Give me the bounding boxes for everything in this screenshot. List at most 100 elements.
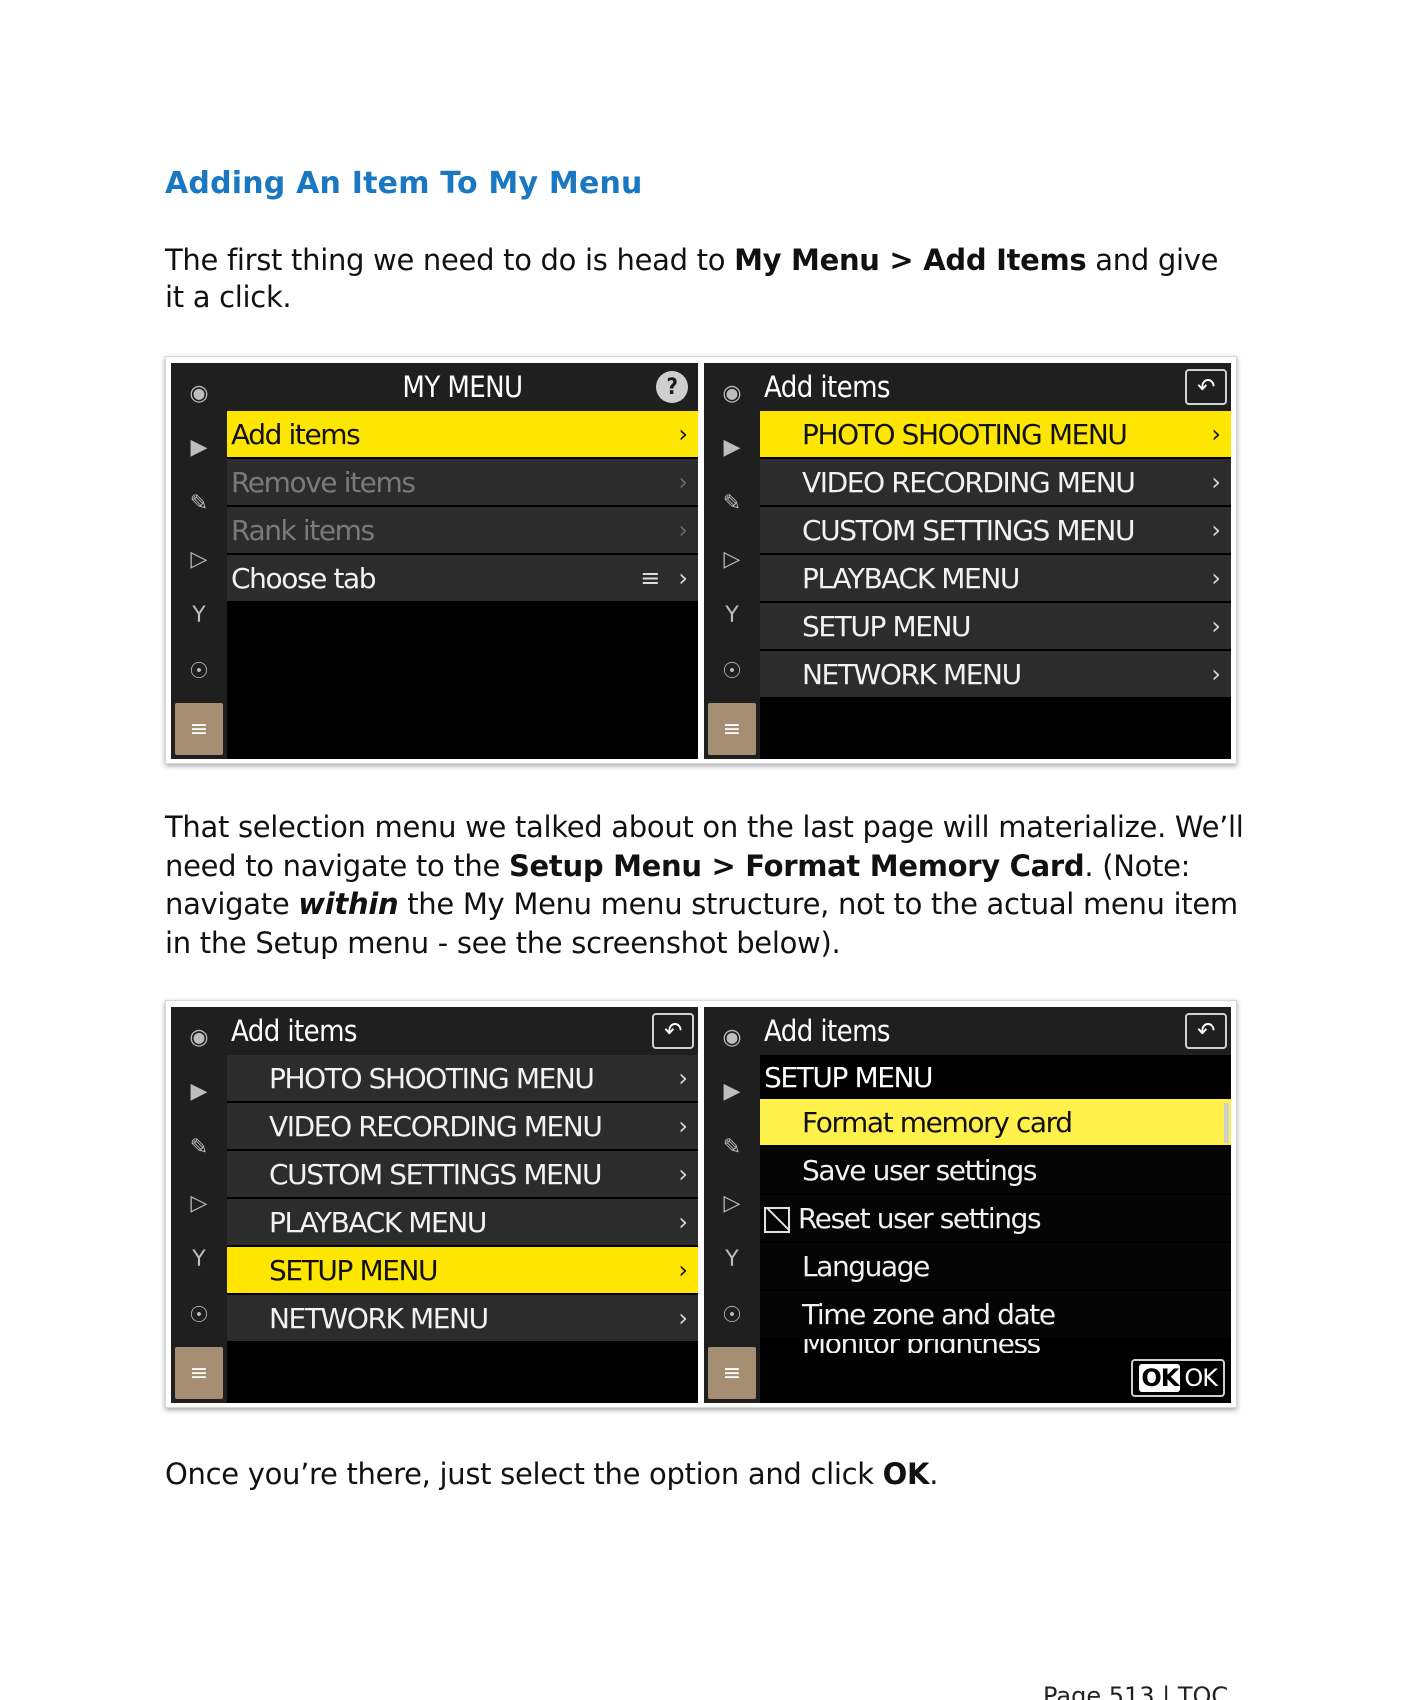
back-icon[interactable]: ↶ bbox=[1185, 369, 1227, 405]
screenshot-pair-2: ◉ ▶ ✎ ▷ Υ ☉ ≡ Add items ↶ PHOTO SHOOTING… bbox=[165, 1000, 1237, 1408]
pencil-icon[interactable]: ✎ bbox=[704, 483, 760, 523]
menu-item-label-wrap: Reset user settings bbox=[764, 1201, 1042, 1235]
chevron-right-icon: › bbox=[1211, 516, 1221, 544]
row-tools: ≡ › bbox=[640, 564, 688, 592]
menu-title: Add items bbox=[231, 1014, 358, 1048]
chevron-right-icon: › bbox=[678, 1160, 688, 1188]
chevron-right-icon: › bbox=[678, 468, 688, 496]
menu-titlebar: Add items ↶ bbox=[227, 1007, 698, 1055]
chevron-right-icon: › bbox=[678, 1112, 688, 1140]
menu-item-add-items[interactable]: Add items › bbox=[227, 411, 698, 457]
scrollbar[interactable] bbox=[1224, 1103, 1229, 1143]
camera-icon[interactable]: ◉ bbox=[171, 1017, 227, 1057]
menu-item-reset-user-settings[interactable]: Reset user settings bbox=[760, 1195, 1231, 1241]
chevron-right-icon: › bbox=[1211, 564, 1221, 592]
menu-item-setup[interactable]: SETUP MENU › bbox=[227, 1247, 698, 1293]
help-icon[interactable]: ? bbox=[656, 371, 688, 403]
menu-item-save-user-settings[interactable]: Save user settings bbox=[760, 1147, 1231, 1193]
menu-item-playback[interactable]: PLAYBACK MENU › bbox=[227, 1199, 698, 1245]
text-span: . bbox=[929, 1457, 939, 1491]
closing-paragraph: Once you’re there, just select the optio… bbox=[165, 1456, 1245, 1493]
page-heading: Adding An Item To My Menu bbox=[165, 166, 643, 201]
camera-screen-setup-menu: ◉ ▶ ✎ ▷ Υ ☉ ≡ Add items ↶ SETUP MENU For… bbox=[704, 1007, 1231, 1403]
menu-item-label: PHOTO SHOOTING MENU bbox=[802, 417, 1128, 451]
back-icon[interactable]: ↶ bbox=[652, 1013, 694, 1049]
camera-icon[interactable]: ◉ bbox=[704, 1017, 760, 1057]
text-span: The first thing we need to do is head to bbox=[165, 243, 735, 277]
camera-icon[interactable]: ◉ bbox=[171, 373, 227, 413]
menu-item-custom-settings[interactable]: CUSTOM SETTINGS MENU › bbox=[760, 507, 1231, 553]
my-menu-icon[interactable]: ≡ bbox=[175, 703, 223, 755]
menu-item-label: Choose tab bbox=[231, 561, 377, 595]
chevron-right-icon: › bbox=[678, 516, 688, 544]
video-icon[interactable]: ▶ bbox=[704, 427, 760, 467]
menu-item-label: VIDEO RECORDING MENU bbox=[802, 465, 1136, 499]
chevron-right-icon: › bbox=[1211, 660, 1221, 688]
menu-item-label: PLAYBACK MENU bbox=[802, 561, 1020, 595]
wrench-icon[interactable]: Υ bbox=[704, 1239, 760, 1279]
network-icon[interactable]: ☉ bbox=[704, 651, 760, 691]
menu-item-label: Remove items bbox=[231, 465, 416, 499]
menu-item-label: VIDEO RECORDING MENU bbox=[269, 1109, 603, 1143]
playback-icon[interactable]: ▷ bbox=[704, 1183, 760, 1223]
menu-content: Add items ↶ SETUP MENU Format memory car… bbox=[760, 1007, 1231, 1403]
my-menu-icon[interactable]: ≡ bbox=[175, 1347, 223, 1399]
menu-item-video-recording[interactable]: VIDEO RECORDING MENU › bbox=[227, 1103, 698, 1149]
wrench-icon[interactable]: Υ bbox=[171, 595, 227, 635]
wrench-icon[interactable]: Υ bbox=[704, 595, 760, 635]
menu-title: Add items bbox=[764, 370, 891, 404]
pencil-icon[interactable]: ✎ bbox=[171, 1127, 227, 1167]
menu-item-custom-settings[interactable]: CUSTOM SETTINGS MENU › bbox=[227, 1151, 698, 1197]
video-icon[interactable]: ▶ bbox=[704, 1071, 760, 1111]
intro-paragraph: The first thing we need to do is head to… bbox=[165, 242, 1245, 316]
back-icon[interactable]: ↶ bbox=[1185, 1013, 1227, 1049]
menu-item-remove-items: Remove items › bbox=[227, 459, 698, 505]
menu-item-setup[interactable]: SETUP MENU › bbox=[760, 603, 1231, 649]
menu-item-choose-tab[interactable]: Choose tab ≡ › bbox=[227, 555, 698, 601]
network-icon[interactable]: ☉ bbox=[171, 651, 227, 691]
chevron-right-icon: › bbox=[678, 1256, 688, 1284]
menu-item-time-zone[interactable]: Time zone and date bbox=[760, 1291, 1231, 1337]
menu-tab-rail: ◉ ▶ ✎ ▷ Υ ☉ ≡ bbox=[171, 363, 227, 759]
network-icon[interactable]: ☉ bbox=[704, 1295, 760, 1335]
ok-icon: OK bbox=[1139, 1364, 1181, 1392]
chevron-right-icon: › bbox=[1211, 420, 1221, 448]
wrench-icon[interactable]: Υ bbox=[171, 1239, 227, 1279]
ok-button[interactable]: OK OK bbox=[1131, 1359, 1225, 1397]
menu-item-photo-shooting[interactable]: PHOTO SHOOTING MENU › bbox=[760, 411, 1231, 457]
pencil-icon[interactable]: ✎ bbox=[171, 483, 227, 523]
pencil-icon[interactable]: ✎ bbox=[704, 1127, 760, 1167]
menu-item-format-memory-card[interactable]: Format memory card bbox=[760, 1099, 1231, 1145]
my-menu-icon[interactable]: ≡ bbox=[708, 1347, 756, 1399]
playback-icon[interactable]: ▷ bbox=[171, 539, 227, 579]
camera-screen-add-items-setup-selected: ◉ ▶ ✎ ▷ Υ ☉ ≡ Add items ↶ PHOTO SHOOTING… bbox=[171, 1007, 698, 1403]
camera-icon[interactable]: ◉ bbox=[704, 373, 760, 413]
menu-content: Add items ↶ PHOTO SHOOTING MENU › VIDEO … bbox=[760, 363, 1231, 759]
my-menu-icon[interactable]: ≡ bbox=[708, 703, 756, 755]
menu-item-video-recording[interactable]: VIDEO RECORDING MENU › bbox=[760, 459, 1231, 505]
menu-item-label: CUSTOM SETTINGS MENU bbox=[802, 513, 1135, 547]
network-icon[interactable]: ☉ bbox=[171, 1295, 227, 1335]
menu-item-label: Add items bbox=[231, 417, 361, 451]
menu-item-photo-shooting[interactable]: PHOTO SHOOTING MENU › bbox=[227, 1055, 698, 1101]
ok-label: OK bbox=[1184, 1364, 1218, 1392]
menu-item-network[interactable]: NETWORK MENU › bbox=[760, 651, 1231, 697]
page-footer: Page 513 | TOC bbox=[1043, 1682, 1229, 1700]
playback-icon[interactable]: ▷ bbox=[704, 539, 760, 579]
menu-item-label: CUSTOM SETTINGS MENU bbox=[269, 1157, 602, 1191]
screenshot-pair-1: ◉ ▶ ✎ ▷ Υ ☉ ≡ MY MENU ? Add items › Remo… bbox=[165, 356, 1237, 764]
playback-icon[interactable]: ▷ bbox=[171, 1183, 227, 1223]
menu-titlebar: MY MENU ? bbox=[227, 363, 698, 411]
menu-item-partial: Monitor brightness bbox=[760, 1339, 1231, 1353]
my-menu-tab-icon: ≡ bbox=[640, 564, 661, 592]
menu-tab-rail: ◉ ▶ ✎ ▷ Υ ☉ ≡ bbox=[704, 363, 760, 759]
bold-span: My Menu > Add Items bbox=[734, 243, 1087, 277]
menu-content: Add items ↶ PHOTO SHOOTING MENU › VIDEO … bbox=[227, 1007, 698, 1403]
menu-item-language[interactable]: Language bbox=[760, 1243, 1231, 1289]
menu-item-label: Reset user settings bbox=[798, 1201, 1042, 1235]
menu-item-playback[interactable]: PLAYBACK MENU › bbox=[760, 555, 1231, 601]
video-icon[interactable]: ▶ bbox=[171, 427, 227, 467]
menu-item-network[interactable]: NETWORK MENU › bbox=[227, 1295, 698, 1341]
video-icon[interactable]: ▶ bbox=[171, 1071, 227, 1111]
chevron-right-icon: › bbox=[678, 1304, 688, 1332]
